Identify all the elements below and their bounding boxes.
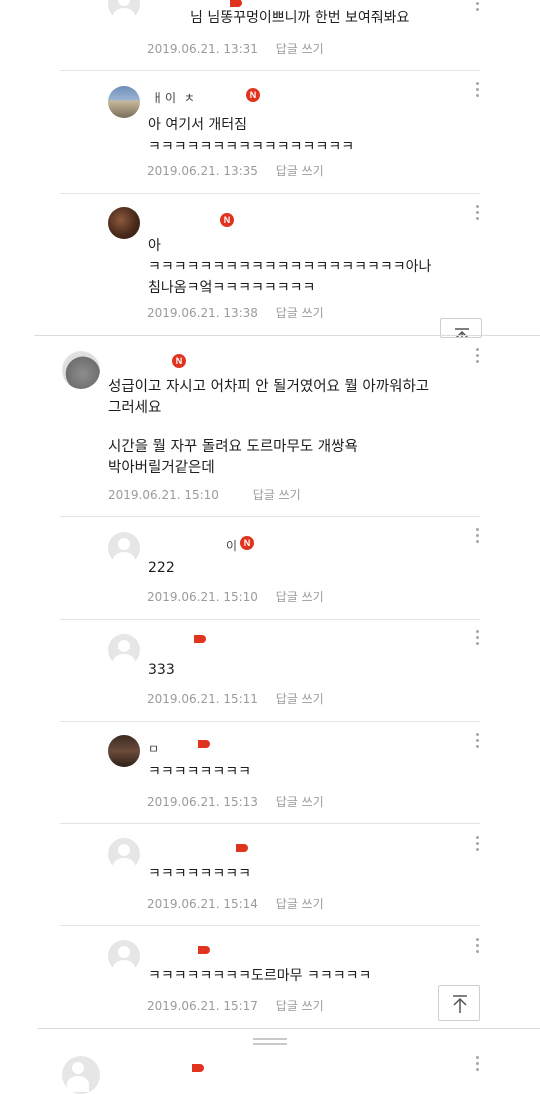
commenter-nickname[interactable]: ㅁ [148,740,161,757]
new-badge-icon: N [172,354,186,368]
comment-text: 아 여기서 개터짐 ㅋㅋㅋㅋㅋㅋㅋㅋㅋㅋㅋㅋㅋㅋㅋㅋ [148,117,355,155]
new-badge-icon: N [246,88,260,102]
commenter-avatar[interactable] [108,838,140,870]
new-badge-icon: N [220,213,234,227]
comment-text: 아 ㅋㅋㅋㅋㅋㅋㅋㅋㅋㅋㅋㅋㅋㅋㅋㅋㅋㅋㅋㅋ아나 침나옴ㅋ엌ㅋㅋㅋㅋㅋㅋㅋㅋ [148,238,432,296]
comment-date: 2019.06.21. 15:10 [108,488,219,502]
commenter-avatar[interactable] [108,86,140,118]
comment-date: 2019.06.21. 13:38 [147,306,258,320]
reply-button[interactable]: 답글 쓰기 [276,164,324,178]
commenter-avatar[interactable] [62,351,100,389]
comment-divider [60,70,480,71]
comment-meta: 2019.06.21. 13:35 답글 쓰기 [147,162,324,179]
comment-date: 2019.06.21. 15:10 [147,590,258,604]
reply-button[interactable]: 답글 쓰기 [276,692,324,706]
commenter-nickname[interactable]: 이 [226,537,239,554]
comment-text-line: 성급이고 자시고 어차피 안 될거였어요 뭘 아까워하고 [108,379,430,395]
new-badge-icon [192,1062,206,1076]
panel-divider [38,1028,540,1029]
comment-text: ㅋㅋㅋㅋㅋㅋㅋㅋ [148,866,252,882]
new-badge-icon [198,738,212,752]
commenter-avatar[interactable] [108,634,140,666]
commenter-avatar[interactable] [108,0,140,20]
comment-meta: 2019.06.21. 15:14 답글 쓰기 [147,895,324,912]
commenter-nickname[interactable]: ㅐ이 ㅊ [152,89,197,106]
more-options-icon[interactable] [476,836,480,854]
comment-divider [60,619,480,620]
comment-text: ㅋㅋㅋㅋㅋㅋㅋㅋ [148,764,252,780]
comment-meta: 2019.06.21. 15:17 답글 쓰기 [147,997,324,1014]
comment-meta: 2019.06.21. 13:31 답글 쓰기 [147,40,324,57]
comment-divider [60,193,480,194]
new-badge-icon: N [240,536,254,550]
comment-text-line: 박아버릴거같은데 [108,460,215,476]
reply-button[interactable]: 답글 쓰기 [276,42,324,56]
comment-text: 성급이고 자시고 어차피 안 될거였어요 뭘 아까워하고 그러세요 시간을 뭘 … [108,377,488,479]
comment-date: 2019.06.21. 13:35 [147,164,258,178]
comment-meta: 2019.06.21. 15:10 답글 쓰기 [147,588,324,605]
reply-button[interactable]: 답글 쓰기 [276,590,324,604]
comment-date: 2019.06.21. 13:31 [147,42,258,56]
new-badge-icon [194,633,208,647]
comment-date: 2019.06.21. 15:17 [147,999,258,1013]
commenter-avatar[interactable] [108,735,140,767]
comment-text: 님 님똥꾸멍이쁘니까 한번 보여줘봐요 [190,10,410,26]
more-options-icon[interactable] [476,1056,480,1074]
scroll-to-top-button[interactable] [438,985,480,1021]
commenter-avatar[interactable] [62,1056,100,1094]
drag-handle[interactable] [253,1038,287,1040]
reply-button[interactable]: 답글 쓰기 [253,488,301,502]
more-options-icon[interactable] [476,82,480,100]
comment-divider [60,516,480,517]
reply-button[interactable]: 답글 쓰기 [276,999,324,1013]
new-badge-icon [236,842,250,856]
new-badge-icon [198,944,212,958]
more-options-icon[interactable] [476,205,480,223]
comment-meta: 2019.06.21. 15:11 답글 쓰기 [147,690,324,707]
more-options-icon[interactable] [476,733,480,751]
comment-meta: 2019.06.21. 15:10 답글 쓰기 [108,486,301,503]
arrow-up-to-top-icon [455,328,469,337]
comment-divider [60,925,480,926]
more-options-icon[interactable] [476,528,480,546]
commenter-avatar[interactable] [108,940,140,972]
comment-divider [34,335,540,336]
comment-meta: 2019.06.21. 15:13 답글 쓰기 [147,793,324,810]
comment-text-line [108,419,488,437]
comment-divider [60,721,480,722]
reply-button[interactable]: 답글 쓰기 [276,795,324,809]
comment-date: 2019.06.21. 15:14 [147,897,258,911]
comment-date: 2019.06.21. 15:13 [147,795,258,809]
drag-handle-line [253,1043,287,1045]
comment-divider [60,823,480,824]
more-options-icon[interactable] [476,0,480,14]
more-options-icon[interactable] [476,630,480,648]
more-options-icon[interactable] [476,938,480,956]
comment-date: 2019.06.21. 15:11 [147,692,258,706]
comment-text-line: 그러세요 [108,400,162,416]
commenter-avatar[interactable] [108,532,140,564]
arrow-up-to-top-icon [453,995,467,1013]
comment-text: ㅋㅋㅋㅋㅋㅋㅋㅋ도르마무 ㅋㅋㅋㅋㅋ [148,968,372,984]
commenter-avatar[interactable] [108,207,140,239]
comment-text-line: 시간을 뭘 자꾸 돌려요 도르마무도 개쌍욕 [108,439,358,455]
reply-button[interactable]: 답글 쓰기 [276,897,324,911]
comment-meta: 2019.06.21. 13:38 답글 쓰기 [147,304,324,321]
comment-text: 333 [148,662,175,678]
comment-text: 222 [148,560,175,576]
more-options-icon[interactable] [476,348,480,366]
reply-button[interactable]: 답글 쓰기 [276,306,324,320]
